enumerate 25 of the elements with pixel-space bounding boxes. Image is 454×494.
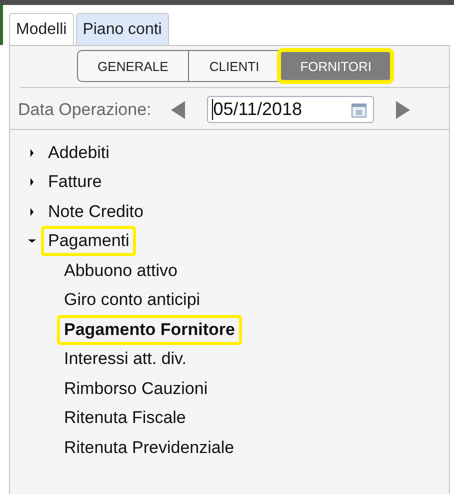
tree-item[interactable]: Interessi att. div. (57, 344, 194, 374)
tree-item[interactable]: Note Credito (41, 196, 150, 227)
tree-item[interactable]: Abbuono attivo (57, 256, 184, 286)
tree-item[interactable]: Giro conto anticipi (57, 285, 208, 316)
tree-item[interactable]: Pagamento Fornitore (57, 314, 242, 345)
tree-item[interactable]: Ritenuta Previdenziale (57, 432, 242, 463)
segment-button[interactable]: FORNITORI (280, 51, 392, 81)
expander-icon[interactable] (28, 237, 36, 246)
segment-button[interactable]: GENERALE (78, 51, 190, 81)
previous-arrow-icon[interactable] (171, 100, 186, 118)
tree-item[interactable]: Fatture (41, 167, 109, 198)
date-field[interactable]: 05/11/2018 (207, 96, 374, 123)
expander-icon[interactable] (28, 178, 36, 186)
tree-item[interactable]: Rimborso Cauzioni (57, 374, 215, 404)
tab[interactable]: Piano conti (76, 13, 169, 45)
expander-icon[interactable] (28, 148, 36, 157)
date-label: Data Operazione: (18, 100, 152, 120)
expander-icon[interactable] (28, 208, 36, 216)
side-stripe (0, 5, 3, 45)
tree-item[interactable]: Ritenuta Fiscale (57, 403, 193, 434)
tree-item[interactable]: Addebiti (41, 138, 116, 168)
next-arrow-icon[interactable] (396, 100, 410, 118)
tree-item[interactable]: Pagamenti (41, 226, 136, 256)
calendar-icon[interactable] (351, 102, 368, 118)
tab[interactable]: Modelli (9, 13, 74, 45)
